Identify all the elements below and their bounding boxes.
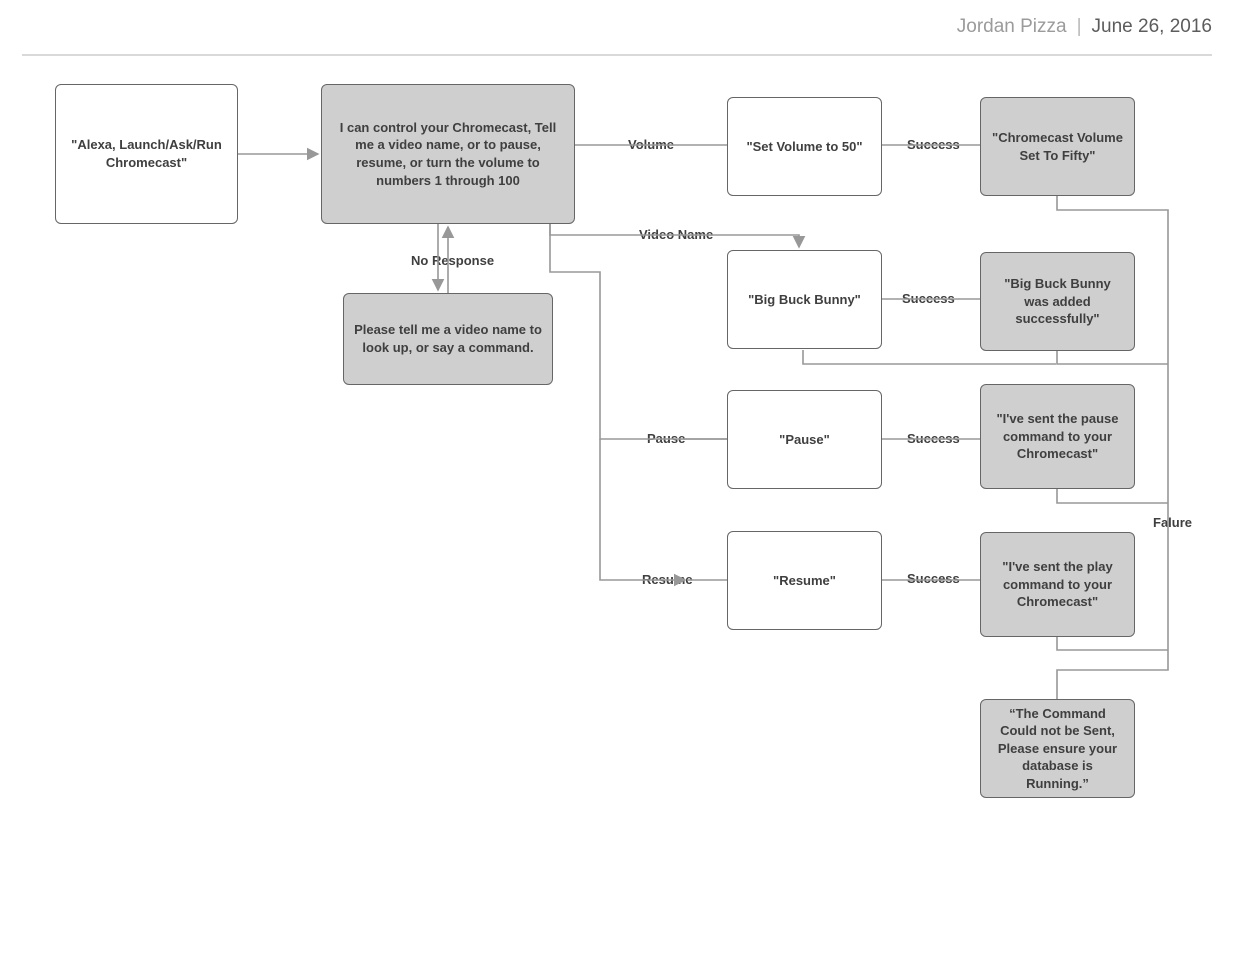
label-success-2: Success	[899, 291, 958, 306]
label-noresponse: No Response	[408, 253, 497, 268]
box-set-volume: "Set Volume to 50"	[727, 97, 882, 196]
label-success-4: Success	[904, 571, 963, 586]
box-volume-set: "Chromecast Volume Set To Fifty"	[980, 97, 1135, 196]
box-launch: "Alexa, Launch/Ask/Run Chromecast"	[55, 84, 238, 224]
page-date: June 26, 2016	[1092, 16, 1212, 38]
label-success-3: Success	[904, 431, 963, 446]
box-pause: "Pause"	[727, 390, 882, 489]
label-pause: Pause	[644, 431, 688, 446]
box-intro: I can control your Chromecast, Tell me a…	[321, 84, 575, 224]
label-success-1: Success	[904, 137, 963, 152]
box-bbb-added: "Big Buck Bunny was added successfully"	[980, 252, 1135, 351]
box-big-buck-bunny: "Big Buck Bunny"	[727, 250, 882, 349]
page-header: Jordan Pizza | June 26, 2016	[22, 0, 1212, 56]
separator: |	[1077, 16, 1082, 38]
label-failure: Falure	[1150, 515, 1195, 530]
label-video-name: Video Name	[636, 227, 716, 242]
box-play-sent: "I've sent the play command to your Chro…	[980, 532, 1135, 637]
box-resume: "Resume"	[727, 531, 882, 630]
label-volume: Volume	[625, 137, 677, 152]
label-resume: Resume	[639, 572, 696, 587]
box-noresponse-prompt: Please tell me a video name to look up, …	[343, 293, 553, 385]
box-error: “The Command Could not be Sent, Please e…	[980, 699, 1135, 798]
box-pause-sent: "I've sent the pause command to your Chr…	[980, 384, 1135, 489]
author-name: Jordan Pizza	[957, 16, 1067, 38]
